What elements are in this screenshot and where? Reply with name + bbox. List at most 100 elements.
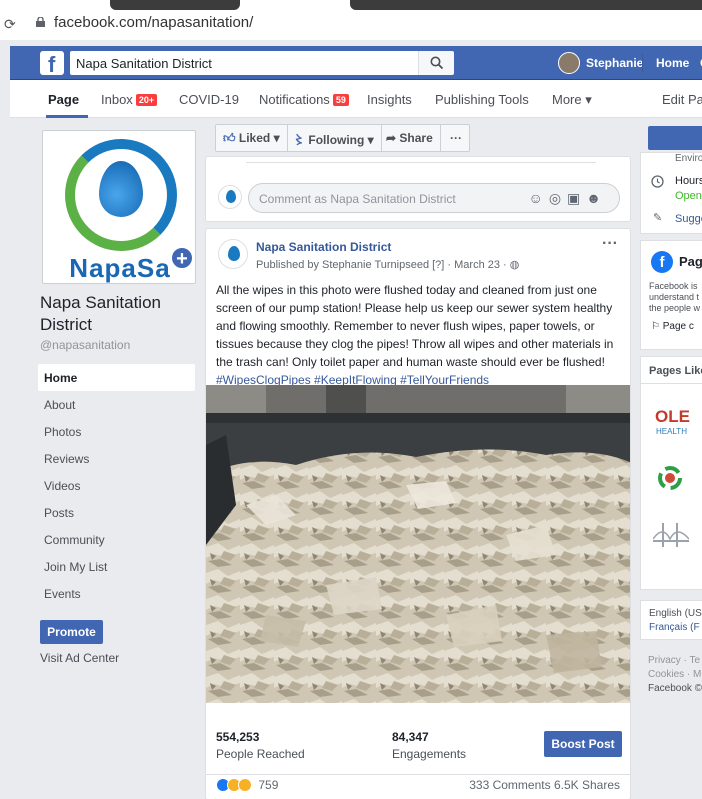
share-arrow-icon: ➦ <box>386 131 397 145</box>
search-icon <box>430 56 444 70</box>
shares-count-link[interactable]: 6.5K Shares <box>554 778 620 792</box>
search-input[interactable]: Napa Sanitation District <box>70 51 418 75</box>
user-name-link[interactable]: Stephanie <box>586 56 643 70</box>
recycle-logo-icon[interactable] <box>655 463 685 493</box>
pages-liked-panel: Pages Like OLE HEALTH <box>640 356 702 590</box>
panel-divider <box>641 383 702 384</box>
page-left-nav: Home About Photos Reviews Videos Posts C… <box>38 364 195 607</box>
following-button[interactable]: 〻 Following ▾ <box>286 125 382 151</box>
left-nav-home[interactable]: Home <box>38 364 195 391</box>
bridge-logo-icon[interactable] <box>653 517 689 553</box>
left-nav-posts[interactable]: Posts <box>38 499 195 526</box>
comments-count-link[interactable]: 333 Comments <box>469 778 550 792</box>
comment-placeholder: Comment as Napa Sanitation District <box>259 192 456 206</box>
liked-button[interactable]: 👍︎ Liked ▾ <box>216 125 288 151</box>
footer-links-1[interactable]: Privacy · Te <box>648 654 700 668</box>
left-nav-videos[interactable]: Videos <box>38 472 195 499</box>
commenter-avatar <box>218 185 242 209</box>
left-nav-events[interactable]: Events <box>38 580 195 607</box>
tab-covid[interactable]: COVID-19 <box>179 92 239 107</box>
browser-address-bar: ⟳ facebook.com/napasanitation/ <box>0 0 702 40</box>
page-handle[interactable]: @napasanitation <box>40 338 130 352</box>
comment-input[interactable]: Comment as Napa Sanitation District ☺◎▣☻ <box>248 183 620 213</box>
share-label: Share <box>399 131 433 145</box>
share-button[interactable]: ➦ Share <box>379 125 441 151</box>
gif-icon[interactable]: ▣ <box>567 190 586 206</box>
open-status: Open <box>675 190 702 202</box>
screenshot-root: ⟳ facebook.com/napasanitation/ f Napa Sa… <box>0 0 702 799</box>
sticker-icon[interactable]: ☻ <box>586 190 607 206</box>
post-photo-wipes[interactable] <box>206 385 630 703</box>
post-meta: Published by Stephanie Turnipseed [?] · … <box>256 258 519 271</box>
liked-label: Liked ▾ <box>238 131 280 145</box>
notifications-count-badge: 59 <box>332 94 349 106</box>
tab-more[interactable]: More ▾ <box>552 92 592 108</box>
pages-liked-heading: Pages Like <box>649 365 702 377</box>
reaction-summary[interactable]: 759 <box>216 778 278 792</box>
footer-copyright: Facebook © <box>648 683 702 694</box>
user-avatar[interactable] <box>558 52 580 74</box>
post-card: Napa Sanitation District Published by St… <box>205 228 631 799</box>
language-english[interactable]: English (US <box>649 607 702 621</box>
tab-notifications[interactable]: Notifications 59 <box>259 92 349 107</box>
about-panel: Enviro Hours Open ✎ Sugge <box>640 152 702 234</box>
left-nav-community[interactable]: Community <box>38 526 195 553</box>
left-nav-about[interactable]: About <box>38 391 195 418</box>
language-francais[interactable]: Français (F <box>649 621 700 635</box>
left-nav-photos[interactable]: Photos <box>38 418 195 445</box>
browser-tab-strip <box>110 0 240 10</box>
ole-letters: OLE <box>655 407 690 426</box>
reload-icon[interactable]: ⟳ <box>4 16 16 33</box>
footer-links-2[interactable]: Cookies · M <box>648 668 701 682</box>
post-body: All the wipes in this photo were flushed… <box>216 281 626 389</box>
emoji-icon[interactable]: ☺ <box>529 190 549 206</box>
tab-page[interactable]: Page <box>48 92 79 107</box>
transparency-heading: Page <box>679 254 702 269</box>
flag-icon: ⚐ <box>651 321 660 332</box>
boost-post-button[interactable]: Boost Post <box>544 731 622 757</box>
facebook-logo-icon[interactable]: f <box>40 51 64 77</box>
tab-insights[interactable]: Insights <box>367 92 412 107</box>
comment-attachment-icons[interactable]: ☺◎▣☻ <box>529 190 607 207</box>
thumbs-up-icon: 👍︎ <box>223 131 236 145</box>
page-tabs-bar: Page Inbox 20+ COVID-19 Notifications 59 I… <box>10 80 702 118</box>
transparency-line-3: the people w <box>649 303 701 313</box>
page-action-bar: 👍︎ Liked ▾ 〻 Following ▾ ➦ Share ··· <box>215 124 470 152</box>
post-author-avatar[interactable] <box>218 239 248 269</box>
ole-health-logo[interactable]: OLE <box>655 407 690 427</box>
clock-icon <box>651 175 664 188</box>
camera-icon[interactable]: ◎ <box>549 190 567 206</box>
previous-post-card: Comment as Napa Sanitation District ☺◎▣☻ <box>205 156 631 222</box>
home-link[interactable]: Home <box>656 56 689 70</box>
ole-health-subtitle: HEALTH <box>656 427 687 436</box>
lock-icon <box>36 17 45 27</box>
tab-notifications-label: Notifications <box>259 92 330 107</box>
post-author-name[interactable]: Napa Sanitation District <box>256 240 391 254</box>
facebook-circle-icon: f <box>651 251 673 273</box>
add-photo-icon[interactable]: + <box>170 246 194 270</box>
suggest-edits-link[interactable]: Sugge <box>675 213 702 225</box>
promote-button[interactable]: Promote <box>40 620 103 644</box>
transparency-line-1: Facebook is <box>649 281 698 291</box>
engagements-label: Engagements <box>392 747 467 761</box>
left-nav-reviews[interactable]: Reviews <box>38 445 195 472</box>
hours-label: Hours <box>675 175 702 187</box>
tab-publishing-tools[interactable]: Publishing Tools <box>435 92 529 107</box>
inbox-count-badge: 20+ <box>135 94 158 106</box>
visit-ad-center-link[interactable]: Visit Ad Center <box>40 651 119 665</box>
post-meta-text: Published by Stephanie Turnipseed [?] · … <box>256 259 507 271</box>
tab-edit-page[interactable]: Edit Pa <box>662 92 702 107</box>
send-message-button[interactable] <box>648 126 702 150</box>
page-history-link[interactable]: ⚐ Page c <box>651 321 694 332</box>
left-nav-join-my-list[interactable]: Join My List <box>38 553 195 580</box>
browser-tab-strip-right <box>350 0 702 10</box>
tab-inbox[interactable]: Inbox 20+ <box>101 92 158 107</box>
reaction-count: 759 <box>258 778 279 792</box>
wipes-photo-graphic <box>206 385 630 703</box>
rss-icon: 〻 <box>293 133 306 147</box>
post-options-icon[interactable]: ··· <box>602 235 618 253</box>
more-actions-button[interactable]: ··· <box>443 125 469 151</box>
url-text[interactable]: facebook.com/napasanitation/ <box>54 14 253 31</box>
search-button[interactable] <box>418 51 454 75</box>
post-text: All the wipes in this photo were flushed… <box>216 283 614 369</box>
